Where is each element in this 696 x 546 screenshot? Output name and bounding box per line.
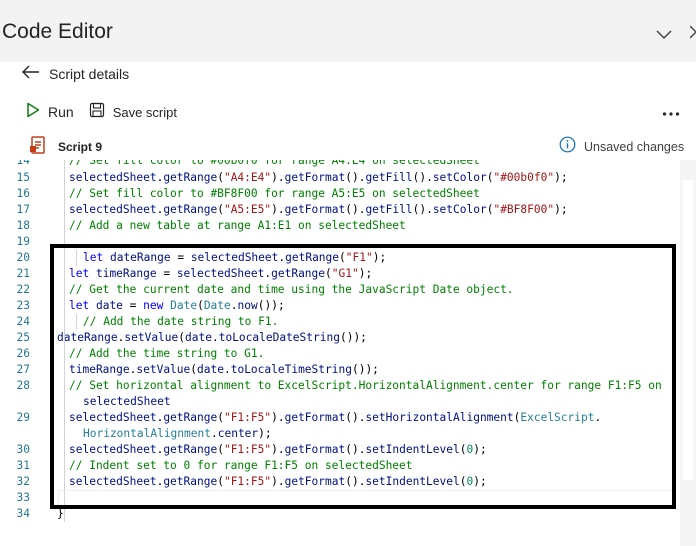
more-options-icon[interactable] (662, 104, 680, 118)
script-file-icon (30, 135, 46, 159)
line-number: 29 (16, 411, 30, 424)
line-number: 14 (16, 160, 30, 167)
code-text: // Set fill color to #BF8F00 for range A… (69, 187, 480, 200)
line-number: 27 (16, 363, 30, 376)
action-row: Run Save script (26, 102, 177, 122)
code-line[interactable]: 18 // Add a new table at range A1:E1 on s… (0, 218, 680, 234)
run-button[interactable]: Run (26, 102, 74, 123)
save-icon (89, 102, 105, 123)
code-text: // Add a new table at range A1:E1 on sel… (69, 219, 406, 232)
code-line[interactable]: 16 // Set fill color to #BF8F00 for range… (0, 186, 680, 202)
line-number: 24 (16, 315, 30, 328)
scrollbar-thumb[interactable] (683, 180, 693, 480)
line-number: 16 (16, 187, 30, 200)
line-number: 25 (16, 331, 30, 344)
pane-title: Code Editor (2, 20, 113, 43)
unsaved-changes-label: Unsaved changes (584, 140, 685, 154)
line-number: 22 (16, 283, 30, 296)
line-number: 28 (16, 379, 30, 392)
save-script-button[interactable]: Save script (89, 102, 177, 123)
script-name-row: Script 9 (30, 135, 103, 159)
code-text: // Set fill color to #00b0f0 for range A… (69, 160, 480, 167)
code-line[interactable]: 15 selectedSheet.getRange("A4:E4").getFor… (0, 170, 680, 186)
arrow-left-icon (22, 65, 40, 84)
script-name: Script 9 (58, 140, 103, 154)
line-number: 34 (16, 507, 30, 520)
code-text: selectedSheet.getRange("A5:E5").getForma… (69, 203, 568, 216)
code-line[interactable]: 17 selectedSheet.getRange("A5:E5").getFor… (0, 202, 680, 218)
script-details-link[interactable]: Script details (22, 64, 129, 84)
line-number: 21 (16, 267, 30, 280)
line-number: 20 (16, 251, 30, 264)
line-number: 19 (16, 235, 30, 248)
info-icon (559, 136, 576, 158)
line-number: 23 (16, 299, 30, 312)
line-number: 17 (16, 203, 30, 216)
save-script-label: Save script (112, 104, 177, 120)
line-number: 26 (16, 347, 30, 360)
line-number: 32 (16, 475, 30, 488)
run-label: Run (48, 104, 74, 120)
unsaved-changes-status: Unsaved changes (559, 136, 685, 158)
code-line[interactable]: 14 // Set fill color to #00b0f0 for range… (0, 160, 680, 169)
line-number: 33 (16, 491, 30, 504)
line-number: 18 (16, 219, 30, 232)
line-number: 31 (16, 459, 30, 472)
code-editor-pane-header: Code Editor (0, 0, 696, 62)
play-icon (26, 102, 40, 123)
annotation-highlight-box (50, 244, 676, 509)
close-icon[interactable] (689, 25, 696, 44)
chevron-down-icon[interactable] (656, 27, 672, 45)
code-text: selectedSheet.getRange("A4:E4").getForma… (69, 171, 568, 184)
line-number: 30 (16, 443, 30, 456)
line-number: 15 (16, 171, 30, 184)
script-details-label: Script details (49, 66, 130, 82)
